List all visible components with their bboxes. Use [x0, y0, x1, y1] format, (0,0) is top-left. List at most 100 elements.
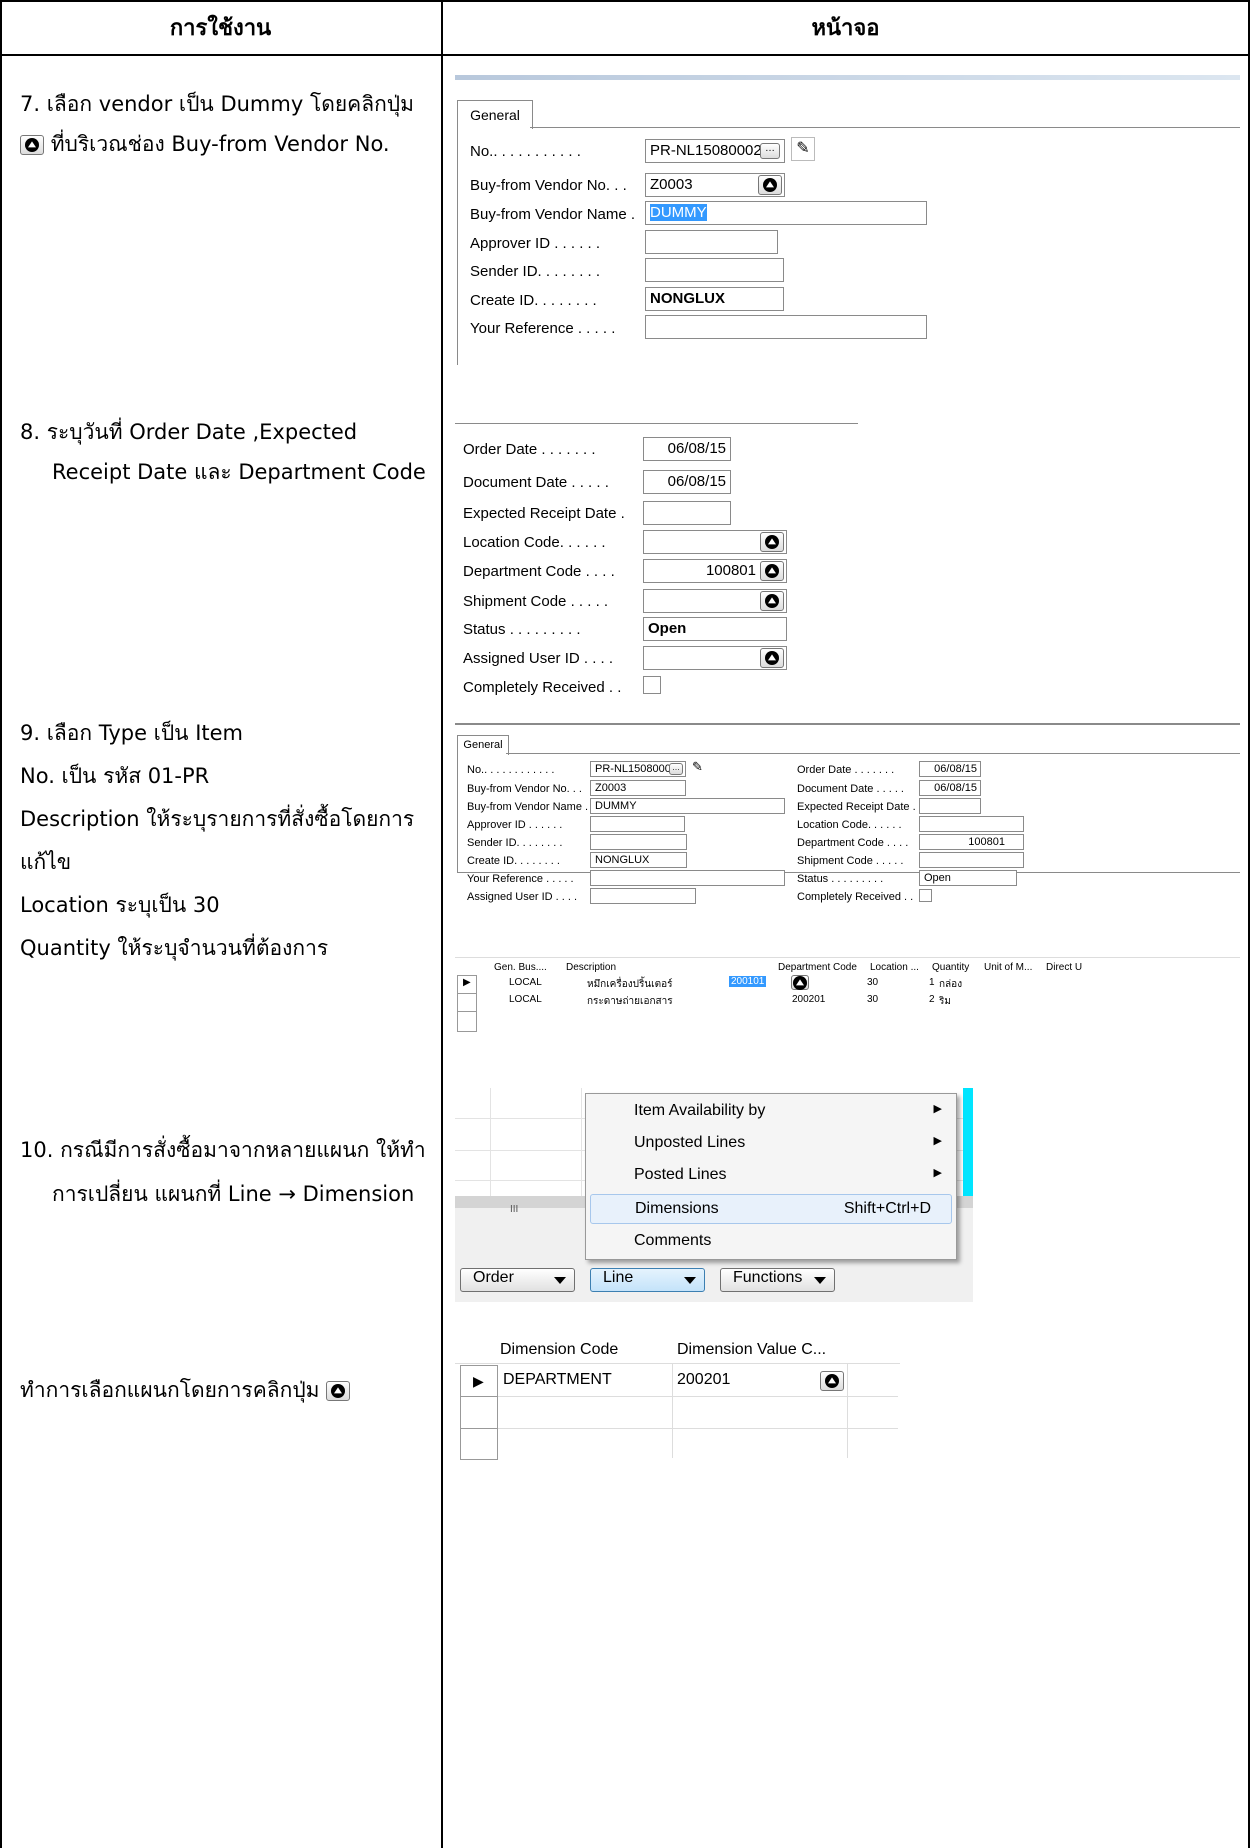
approver-field[interactable]	[590, 816, 685, 832]
submenu-arrow-icon: ▶	[933, 1167, 942, 1179]
line1-desc[interactable]: หมึกเครื่องปริ้นเตอร์	[587, 977, 672, 992]
chevron-down-icon	[684, 1277, 696, 1284]
lookup-button-icon	[20, 135, 44, 155]
lookup-button-icon[interactable]	[760, 648, 784, 668]
col-gen-bus[interactable]: Gen. Bus....	[493, 961, 565, 973]
functions-menu-button[interactable]: Functions	[720, 1268, 835, 1292]
completely-received-checkbox[interactable]	[919, 889, 932, 902]
dimension-code-header[interactable]: Dimension Code	[500, 1341, 618, 1359]
line2-loc[interactable]: 30	[867, 994, 878, 1005]
vendor-no-field[interactable]: Z0003	[590, 780, 686, 796]
col-location[interactable]: Location ...	[869, 961, 931, 973]
expected-receipt-date-field[interactable]	[919, 798, 981, 814]
line2-uom[interactable]: ริม	[939, 994, 951, 1009]
sender-field[interactable]	[590, 834, 687, 850]
line1-gen[interactable]: LOCAL	[509, 977, 542, 988]
col-direct-unit[interactable]: Direct U	[1045, 961, 1237, 973]
lookup-button-icon[interactable]	[758, 175, 782, 195]
no-field[interactable]: PR-NL15080002…	[645, 139, 785, 163]
dimension-code-cell[interactable]: DEPARTMENT	[503, 1371, 612, 1389]
create-field[interactable]: NONGLUX	[590, 852, 687, 868]
col-description[interactable]: Description	[565, 961, 777, 973]
dimension-value-lookup-icon[interactable]	[820, 1371, 844, 1391]
assigned-user-field[interactable]	[643, 646, 787, 670]
no-field[interactable]: PR-NL15080002…	[590, 761, 686, 777]
vendor-no-label: Buy-from Vendor No. . .	[470, 177, 627, 194]
your-reference-field[interactable]	[590, 870, 785, 886]
step-9-line1: 9. เลือก Type เป็น Item	[20, 721, 244, 745]
create-field[interactable]: NONGLUX	[645, 287, 784, 311]
shipment-code-field[interactable]	[643, 589, 787, 613]
col-quantity[interactable]: Quantity	[931, 961, 983, 973]
location-code-field[interactable]	[919, 816, 1024, 832]
document-date-field[interactable]: 06/08/15	[919, 780, 981, 796]
your-reference-field[interactable]	[645, 315, 927, 339]
department-code-label: Department Code . . . .	[797, 837, 909, 849]
approver-label: Approver ID . . . . . .	[470, 235, 601, 252]
line1-qty[interactable]: 1	[929, 977, 935, 988]
assist-edit-button[interactable]: …	[669, 763, 683, 775]
step-10-line1: 10. กรณีมีการสั่งซื้อมาจากหลายแผนก ให้ทำ	[20, 1138, 426, 1162]
chevron-down-icon	[554, 1277, 566, 1284]
dimension-value-cell[interactable]: 200201	[677, 1371, 730, 1389]
location-code-field[interactable]	[643, 530, 787, 554]
order-menu-button[interactable]: Order	[460, 1268, 575, 1292]
line2-qty[interactable]: 2	[929, 994, 935, 1005]
menu-item-posted-lines[interactable]: Posted Lines ▶	[586, 1166, 956, 1192]
step-11-line1: ทำการเลือกแผนกโดยการคลิกปุ่ม	[20, 1370, 430, 1410]
tab-general[interactable]: General	[457, 735, 509, 755]
step-8-line2: Receipt Date และ Department Code	[52, 460, 426, 484]
line1-dept[interactable]: 200101	[729, 976, 767, 987]
col-department-code[interactable]: Department Code	[777, 961, 869, 973]
document-date-label: Document Date . . . . .	[797, 783, 904, 795]
submenu-arrow-icon: ▶	[933, 1103, 942, 1115]
pencil-icon[interactable]: ✎	[791, 137, 815, 161]
department-code-field[interactable]: 100801	[643, 559, 787, 583]
order-date-label: Order Date . . . . . . .	[797, 764, 895, 776]
menu-item-item-availability[interactable]: Item Availability by ▶	[586, 1102, 956, 1128]
order-date-field[interactable]: 06/08/15	[643, 437, 731, 461]
step-9-line6: Quantity ให้ระบุจำนวนที่ต้องการ	[20, 936, 329, 960]
vendor-name-label: Buy-from Vendor Name .	[470, 206, 636, 223]
menu-item-unposted-lines[interactable]: Unposted Lines ▶	[586, 1134, 956, 1160]
lookup-button-icon[interactable]	[760, 591, 784, 611]
scrollbar-thumb[interactable]: III	[510, 1204, 518, 1215]
assigned-user-field[interactable]	[590, 888, 696, 904]
line1-lookup-icon[interactable]	[791, 975, 809, 990]
line1-uom[interactable]: กล่อง	[939, 977, 962, 992]
assist-edit-button[interactable]: …	[760, 143, 780, 159]
line2-desc[interactable]: กระดาษถ่ายเอกสาร	[587, 994, 673, 1009]
status-field[interactable]: Open	[919, 870, 1017, 886]
screenshot-purchase-order: General No.. . . . . . . . . . . . PR-NL…	[455, 723, 1240, 973]
vendor-name-field[interactable]: DUMMY	[645, 201, 927, 225]
document-date-field[interactable]: 06/08/15	[643, 470, 731, 494]
vendor-no-field[interactable]: Z0003	[645, 173, 785, 197]
lookup-button-icon[interactable]	[760, 561, 784, 581]
create-label: Create ID. . . . . . . .	[470, 292, 597, 309]
line2-dept[interactable]: 200201	[792, 994, 825, 1005]
status-field[interactable]: Open	[643, 617, 787, 641]
menu-item-comments[interactable]: Comments	[586, 1232, 956, 1258]
approver-field[interactable]	[645, 230, 778, 254]
lookup-button-icon[interactable]	[760, 532, 784, 552]
sender-field[interactable]	[645, 258, 784, 282]
status-label: Status . . . . . . . . .	[797, 873, 884, 885]
shipment-code-field[interactable]	[919, 852, 1024, 868]
tab-general[interactable]: General	[457, 100, 533, 129]
order-date-field[interactable]: 06/08/15	[919, 761, 981, 777]
pencil-icon[interactable]: ✎	[692, 759, 703, 775]
vendor-name-field[interactable]: DUMMY	[590, 798, 785, 814]
lookup-button-icon	[326, 1381, 351, 1401]
department-code-field[interactable]: 100801	[919, 834, 1024, 850]
expected-receipt-date-field[interactable]	[643, 501, 731, 525]
completely-received-checkbox[interactable]	[643, 676, 661, 694]
shipment-code-label: Shipment Code . . . . .	[797, 855, 904, 867]
step-7: 7. เลือก vendor เป็น Dummy โดยคลิกปุ่ม ท…	[20, 84, 430, 164]
col-unit-of-measure[interactable]: Unit of M...	[983, 961, 1045, 973]
line2-gen[interactable]: LOCAL	[509, 994, 542, 1005]
table-column-divider	[441, 0, 443, 1848]
menu-item-dimensions[interactable]: Dimensions Shift+Ctrl+D	[590, 1194, 952, 1224]
line1-loc[interactable]: 30	[867, 977, 878, 988]
line-menu-button[interactable]: Line	[590, 1268, 705, 1292]
dimension-value-header[interactable]: Dimension Value C...	[677, 1341, 826, 1359]
